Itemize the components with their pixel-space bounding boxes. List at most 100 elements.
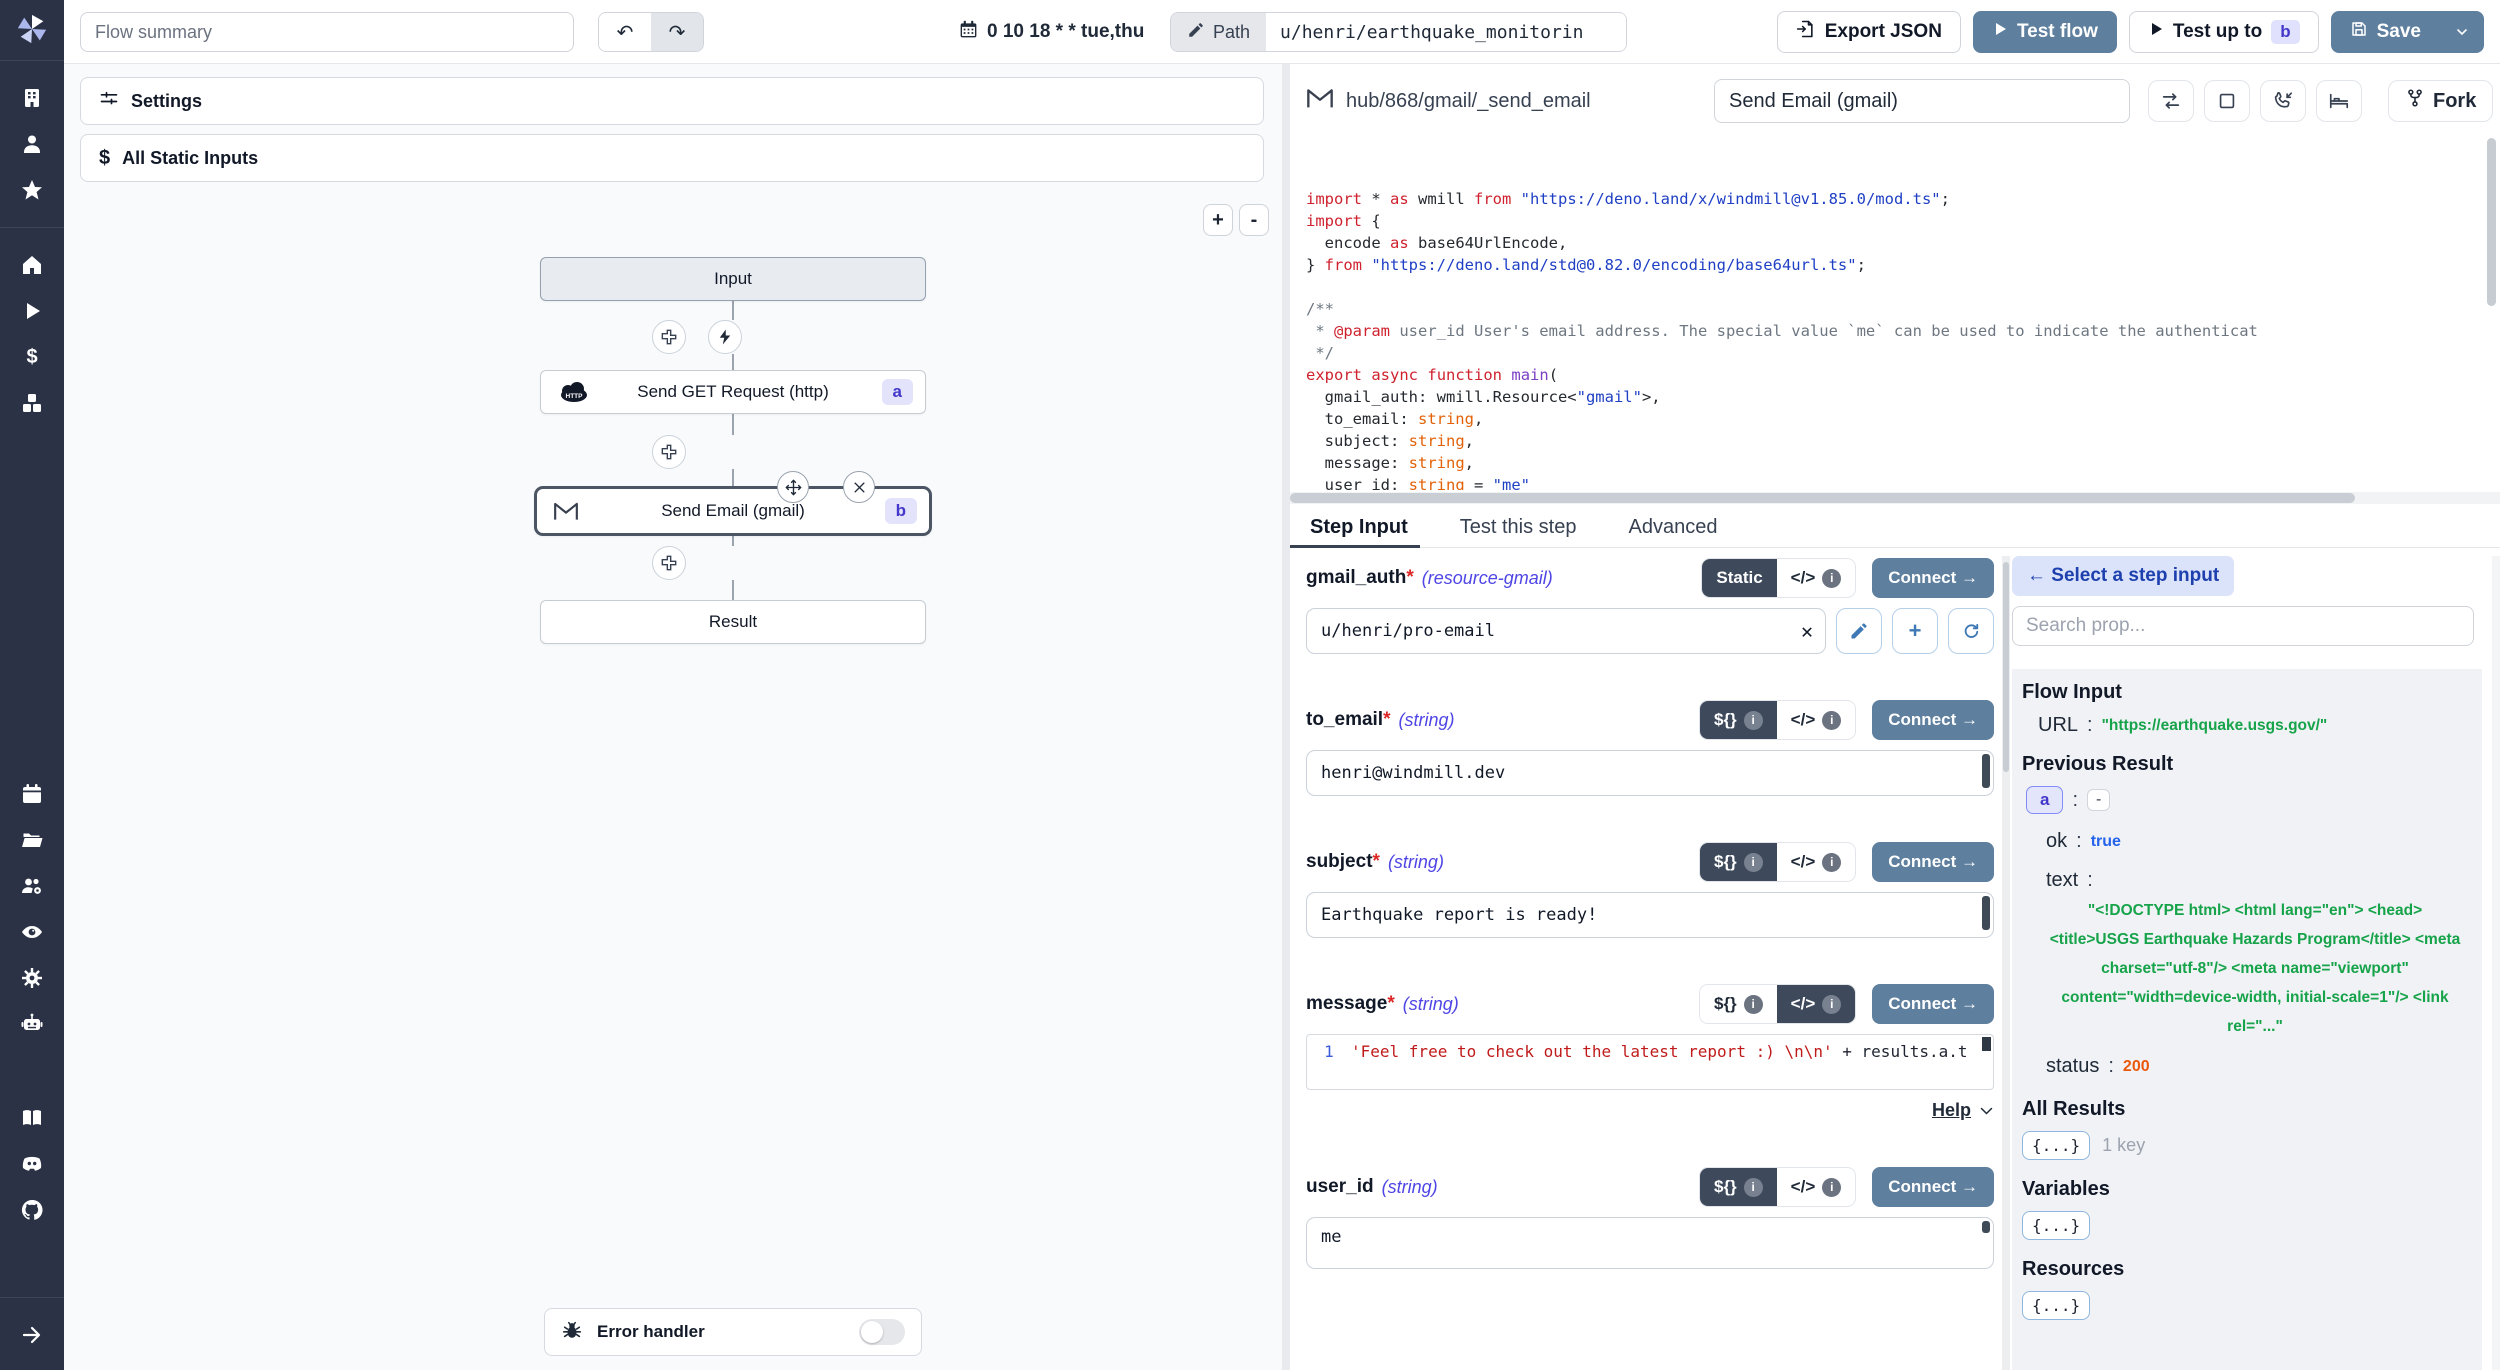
mode-javascript[interactable]: </>i (1777, 985, 1856, 1023)
connect-button[interactable]: Connect → (1872, 1167, 1994, 1207)
select-step-input-chip[interactable]: ← Select a step input (2012, 556, 2234, 596)
move-step-handle[interactable] (777, 471, 809, 503)
form-scrollbar[interactable] (2002, 556, 2010, 1370)
mode-template[interactable]: ${}i (1700, 1168, 1777, 1206)
add-step-button[interactable] (652, 546, 686, 580)
status-row[interactable]: status : 200 (2046, 1055, 2472, 1078)
to-email-input[interactable]: henri@windmill.dev (1306, 750, 1994, 796)
discord-icon[interactable] (19, 1151, 45, 1177)
flow-node-result[interactable]: Result (540, 600, 926, 644)
path-chip[interactable]: Path u/henri/earthquake_monitorin (1170, 12, 1627, 52)
code-horizontal-scrollbar[interactable] (1290, 492, 2500, 504)
test-up-to-button[interactable]: Test up to b (2129, 11, 2319, 53)
export-json-button[interactable]: Export JSON (1777, 11, 1961, 53)
gmail-auth-resource-input[interactable]: u/henri/pro-email ✕ (1306, 608, 1826, 654)
user-icon[interactable] (19, 131, 45, 157)
subject-input[interactable]: Earthquake report is ready! (1306, 892, 1994, 938)
save-button[interactable]: Save (2331, 11, 2440, 53)
phone-incoming-icon-button[interactable] (2260, 80, 2306, 122)
tab-advanced[interactable]: Advanced (1624, 508, 1721, 547)
info-icon[interactable]: i (1744, 711, 1763, 730)
mode-javascript[interactable]: </>i (1777, 559, 1856, 597)
runs-play-icon[interactable] (19, 298, 45, 324)
connect-button[interactable]: Connect → (1872, 558, 1994, 598)
docs-book-icon[interactable] (19, 1105, 45, 1131)
test-flow-button[interactable]: Test flow (1973, 11, 2117, 53)
flow-node-input[interactable]: Input (540, 257, 926, 301)
workspace-building-icon[interactable] (19, 85, 45, 111)
add-step-button[interactable] (652, 435, 686, 469)
message-expression-editor[interactable]: 1 'Feel free to check out the latest rep… (1306, 1034, 1994, 1090)
mode-javascript[interactable]: </>i (1777, 843, 1856, 881)
redo-button[interactable]: ↷ (651, 13, 703, 51)
expand-sidebar-arrow-icon[interactable] (19, 1322, 45, 1348)
flow-settings-button[interactable]: Settings (80, 77, 1264, 125)
text-value[interactable]: "<!DOCTYPE html> <html lang="en"> <head>… (2046, 896, 2464, 1041)
variables-dollar-icon[interactable]: $ (19, 344, 45, 370)
fork-button[interactable]: Fork (2388, 80, 2493, 122)
clear-x-icon[interactable]: ✕ (1801, 619, 1813, 643)
mode-template[interactable]: ${}i (1700, 701, 1777, 739)
box-icon-button[interactable] (2204, 80, 2250, 122)
swap-code-icon-button[interactable] (2148, 80, 2194, 122)
collapse-button[interactable]: - (2087, 789, 2110, 811)
step-summary-input[interactable] (1714, 79, 2130, 123)
info-icon[interactable]: i (1822, 1178, 1841, 1197)
info-icon[interactable]: i (1822, 853, 1841, 872)
help-link[interactable]: Help (1932, 1100, 1971, 1121)
audit-eye-icon[interactable] (19, 919, 45, 945)
code-editor[interactable]: import * as wmill from "https://deno.lan… (1290, 134, 2500, 490)
info-icon[interactable]: i (1822, 569, 1841, 588)
add-trigger-bolt-button[interactable] (708, 320, 742, 354)
resources-object-chip[interactable]: {...} (2022, 1291, 2090, 1320)
settings-gear-icon[interactable] (19, 965, 45, 991)
error-handler-node[interactable]: Error handler (544, 1308, 922, 1356)
info-icon[interactable]: i (1744, 995, 1763, 1014)
schedules-calendar-icon[interactable] (19, 781, 45, 807)
variables-object-chip[interactable]: {...} (2022, 1211, 2090, 1240)
ok-row[interactable]: ok : true (2046, 830, 2472, 853)
code-vertical-scrollbar[interactable] (2487, 138, 2496, 306)
tab-test-this-step[interactable]: Test this step (1456, 508, 1581, 547)
save-dropdown-button[interactable] (2440, 11, 2484, 53)
zoom-out-button[interactable]: - (1239, 204, 1269, 236)
delete-step-button[interactable] (843, 471, 875, 503)
prop-picker-scrollbar[interactable] (2492, 556, 2500, 1370)
schedule-display[interactable]: 0 10 18 * * tue,thu (958, 0, 1144, 64)
all-static-inputs-button[interactable]: $ All Static Inputs (80, 134, 1264, 182)
step-a-badge[interactable]: a (2026, 786, 2063, 814)
user-id-input[interactable]: me (1306, 1217, 1994, 1269)
sleep-bed-icon-button[interactable] (2316, 80, 2362, 122)
github-icon[interactable] (19, 1197, 45, 1223)
info-icon[interactable]: i (1744, 853, 1763, 872)
info-icon[interactable]: i (1822, 711, 1841, 730)
status-value[interactable]: 200 (2123, 1058, 2150, 1076)
groups-users-icon[interactable] (19, 873, 45, 899)
error-handler-toggle[interactable] (859, 1319, 905, 1345)
zoom-in-button[interactable]: + (1203, 204, 1233, 236)
mode-javascript[interactable]: </>i (1777, 1168, 1856, 1206)
add-step-button[interactable] (652, 320, 686, 354)
all-results-object-chip[interactable]: {...} (2022, 1131, 2090, 1160)
connect-button[interactable]: Connect → (1872, 700, 1994, 740)
flow-summary-input[interactable] (80, 12, 574, 52)
info-icon[interactable]: i (1744, 1178, 1763, 1197)
resources-cubes-icon[interactable] (19, 390, 45, 416)
mode-template[interactable]: ${}i (1700, 985, 1777, 1023)
add-resource-plus-button[interactable]: + (1892, 608, 1938, 654)
undo-button[interactable]: ↶ (599, 13, 651, 51)
connect-button[interactable]: Connect → (1872, 984, 1994, 1024)
home-icon[interactable] (19, 252, 45, 278)
favorites-star-icon[interactable] (19, 177, 45, 203)
flow-input-url-row[interactable]: URL : "https://earthquake.usgs.gov/" (2038, 714, 2472, 737)
text-row[interactable]: text : (2046, 869, 2472, 892)
tab-step-input[interactable]: Step Input (1306, 508, 1412, 547)
ok-value[interactable]: true (2091, 833, 2121, 851)
folders-icon[interactable] (19, 827, 45, 853)
workers-robot-icon[interactable] (19, 1011, 45, 1037)
mode-template[interactable]: ${}i (1700, 843, 1777, 881)
info-icon[interactable]: i (1822, 995, 1841, 1014)
pane-resize-handle[interactable] (1282, 64, 1290, 1370)
flow-node-http[interactable]: HTTP Send GET Request (http) a (540, 370, 926, 414)
edit-resource-pencil-button[interactable] (1836, 608, 1882, 654)
